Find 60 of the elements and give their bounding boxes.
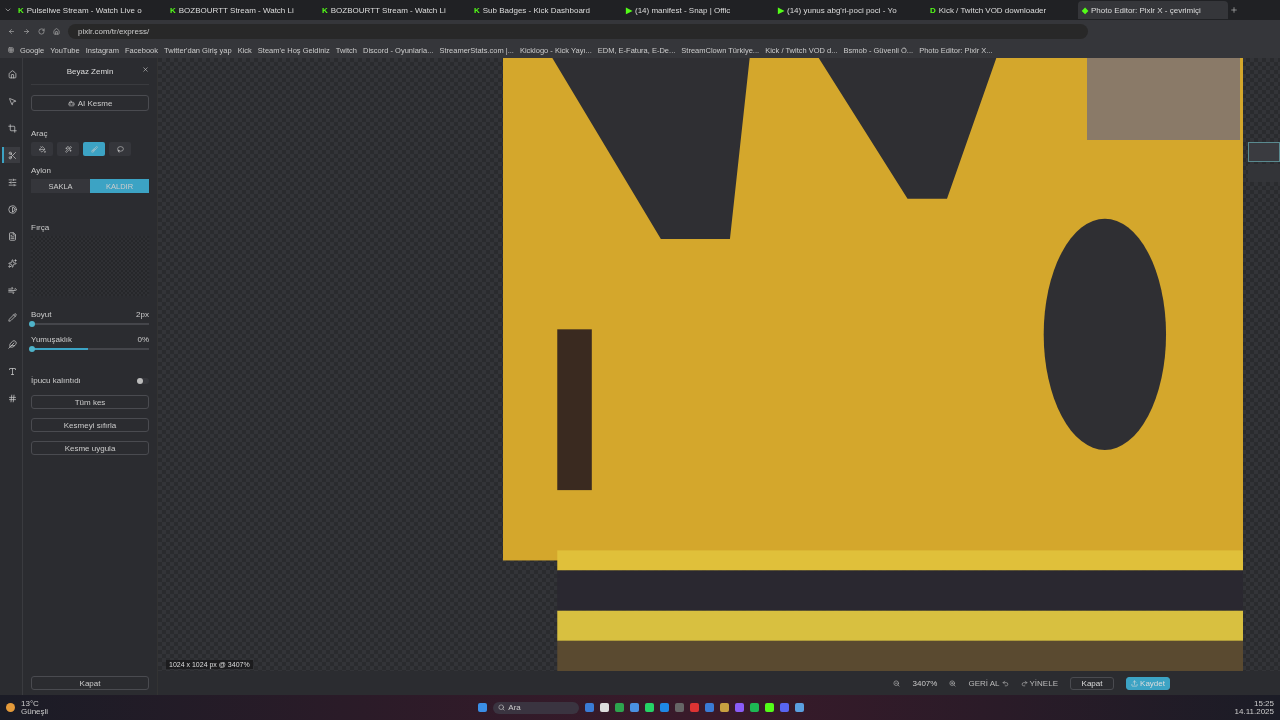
close-button[interactable]: Kapat (1070, 676, 1114, 690)
wand-icon (64, 145, 72, 153)
ai-cutout-button[interactable]: AI Kesme (31, 95, 149, 111)
close-icon[interactable] (142, 66, 149, 73)
zoom-value: 3407% (912, 678, 938, 688)
weather-label: Güneşli (21, 707, 49, 716)
action-button[interactable]: Kesmeyi sıfırla (31, 418, 149, 432)
toggle-label: İpucu kalıntıdı (31, 376, 81, 385)
browser-tab[interactable]: K BOZBOURTT Stream - Watch Li (166, 1, 316, 19)
brush-icon (90, 145, 98, 153)
search-icon (498, 704, 506, 711)
apps-grid-icon[interactable] (8, 47, 14, 53)
browser-tab[interactable]: ◆ Photo Editor: Pixlr X - çevrimiçi (1078, 1, 1228, 19)
slider-label: Yumuşaklık (31, 335, 72, 344)
lasso-icon (116, 145, 124, 153)
slider-thumb[interactable] (29, 321, 35, 327)
section-label: Araç (31, 129, 49, 138)
browser-tab[interactable]: D Kick / Twitch VOD downloader (926, 1, 1076, 19)
action-button[interactable]: Tüm kes (31, 395, 149, 409)
clock-time: 15:25 (1254, 699, 1274, 708)
undo-icon (1001, 679, 1009, 687)
upload-icon (1131, 679, 1139, 687)
undo-button[interactable]: GERİ AL (968, 678, 1009, 688)
search-field[interactable]: Ara (493, 701, 580, 714)
browser-tab[interactable]: K Pulseliwe Stream - Watch Live o (14, 1, 164, 19)
clock-date: 14.11.2025 (1234, 707, 1274, 716)
sun-icon (6, 703, 15, 712)
layer-thumbnail[interactable] (1248, 142, 1280, 162)
back-icon[interactable] (8, 27, 15, 35)
redo-icon (1020, 679, 1028, 687)
temperature-label: 13°C (21, 699, 40, 708)
action-button[interactable]: Kesme uygula (31, 441, 149, 455)
slider-value: 2px (136, 310, 149, 319)
redo-button[interactable]: YİNELE (1020, 678, 1058, 688)
browser-tab[interactable]: K BOZBOURTT Stream - Watch Li (318, 1, 468, 19)
section-label: Fırça (31, 223, 51, 232)
bucket-icon (38, 145, 46, 153)
scissors-icon[interactable] (2, 147, 20, 163)
forward-icon[interactable] (23, 27, 30, 35)
browser-tab[interactable]: ▶ (14) yunus abg'ri-poci poci - Yo (774, 1, 924, 19)
slider-thumb[interactable] (29, 346, 35, 352)
section-label: Aylon (31, 166, 52, 175)
home-icon[interactable] (53, 27, 60, 35)
browser-tab[interactable]: ▶ (14) manifest - Snap | Offic (622, 1, 772, 19)
close-button[interactable]: Kapat (31, 676, 149, 690)
reload-icon[interactable] (38, 27, 45, 35)
wand-tool[interactable] (57, 142, 79, 156)
panel-title: Beyaz Zemin (66, 66, 114, 76)
new-tab-icon[interactable] (1230, 6, 1238, 14)
start-icon[interactable] (478, 703, 488, 712)
slider-value: 0% (137, 335, 149, 344)
address-field[interactable]: pixlr.com/tr/express/ (68, 23, 1088, 39)
slider-label: Boyut (31, 310, 52, 319)
tab-menu-icon[interactable] (4, 6, 12, 14)
bucket-tool[interactable] (31, 142, 53, 156)
lasso-tool[interactable] (109, 142, 131, 156)
zoom-out-icon[interactable] (893, 679, 901, 687)
toggle-switch[interactable] (137, 377, 149, 384)
browser-tab[interactable]: K Sub Badges - Kick Dashboard (470, 1, 620, 19)
zoom-in-icon[interactable] (949, 679, 957, 687)
